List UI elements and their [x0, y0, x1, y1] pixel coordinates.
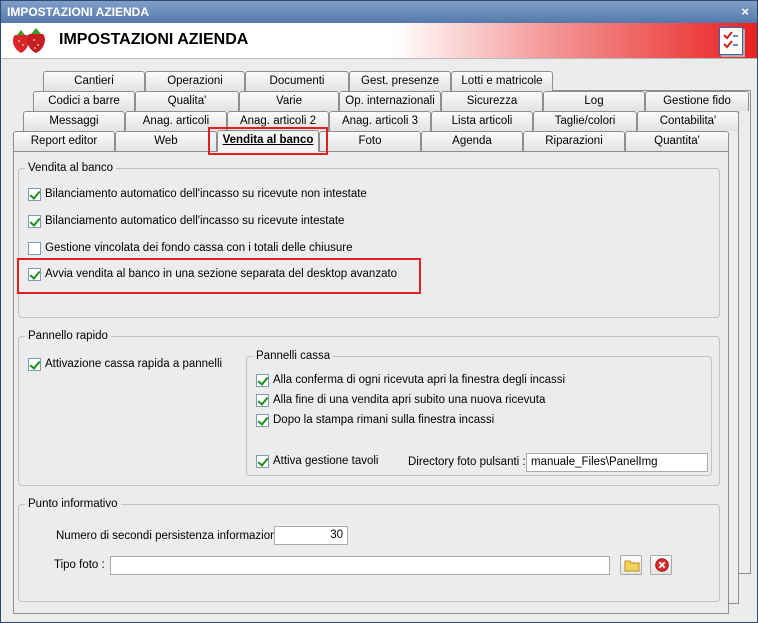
tab-contabilita[interactable]: Contabilita' [637, 111, 739, 131]
tab-log[interactable]: Log [543, 91, 645, 111]
checkbox-bilanciamento-intestate[interactable]: Bilanciamento automatico dell'incasso su… [28, 213, 344, 229]
tab-sicurezza[interactable]: Sicurezza [441, 91, 543, 111]
group-punto-legend: Punto informativo [28, 498, 118, 510]
close-icon[interactable]: × [741, 4, 749, 19]
checkbox-gestione-vincolata[interactable]: Gestione vincolata dei fondo cassa con i… [28, 240, 353, 256]
tab-foto[interactable]: Foto [319, 131, 421, 151]
checklist-icon[interactable] [719, 27, 743, 55]
checkbox-conferma-ricevuta[interactable]: Alla conferma di ogni ricevuta apri la f… [256, 372, 565, 388]
group-pannelli-cassa-legend: Pannelli cassa [256, 350, 331, 362]
tab-operazioni[interactable]: Operazioni [145, 71, 245, 91]
title-bar[interactable]: IMPOSTAZIONI AZIENDA × [1, 1, 757, 23]
checkbox-avvia-vendita-separata[interactable]: Avvia vendita al banco in una sezione se… [28, 266, 397, 282]
checkbox-attivazione-cassa-rapida[interactable]: Attivazione cassa rapida a pannelli [28, 356, 222, 372]
tab-op-internazionali[interactable]: Op. internazionali [339, 91, 441, 111]
tab-cantieri[interactable]: Cantieri [43, 71, 145, 91]
tab-lista-articoli[interactable]: Lista articoli [431, 111, 533, 131]
checkbox-box[interactable] [28, 267, 41, 281]
tab-report-editor[interactable]: Report editor [13, 131, 115, 151]
tab-messaggi[interactable]: Messaggi [23, 111, 125, 131]
tab-web[interactable]: Web [115, 131, 217, 151]
checkbox-label: Avvia vendita al banco in una sezione se… [45, 268, 398, 280]
checkbox-dopo-stampa[interactable]: Dopo la stampa rimani sulla finestra inc… [256, 412, 494, 428]
clear-foto-button[interactable] [650, 555, 672, 575]
checkbox-label: Dopo la stampa rimani sulla finestra inc… [273, 414, 495, 426]
browse-folder-button[interactable] [620, 555, 642, 575]
checkbox-box[interactable] [256, 413, 269, 427]
tab-qualita[interactable]: Qualita' [135, 91, 239, 111]
checkbox-box[interactable] [28, 187, 41, 201]
window-title: IMPOSTAZIONI AZIENDA [7, 5, 149, 19]
directory-foto-label: Directory foto pulsanti : [408, 456, 526, 468]
tab-agenda[interactable]: Agenda [421, 131, 523, 151]
checkbox-box[interactable] [256, 454, 269, 468]
tipo-foto-label: Tipo foto : [54, 559, 105, 571]
secondi-persistenza-input[interactable]: 30 [274, 526, 348, 545]
checkbox-label: Bilanciamento automatico dell'incasso su… [45, 215, 345, 227]
secondi-persistenza-label: Numero di secondi persistenza informazio… [56, 530, 286, 542]
checkbox-label: Gestione vincolata dei fondo cassa con i… [45, 242, 353, 254]
checkbox-label: Attivazione cassa rapida a pannelli [45, 358, 223, 370]
checkbox-label: Alla conferma di ogni ricevuta apri la f… [273, 374, 566, 386]
checkbox-label: Attiva gestione tavoli [273, 455, 379, 467]
tab-quantita[interactable]: Quantita' [625, 131, 729, 151]
directory-foto-input[interactable]: manuale_Files\PanelImg [526, 453, 708, 472]
tab-taglie-colori[interactable]: Taglie/colori [533, 111, 637, 131]
tab-varie[interactable]: Varie [239, 91, 339, 111]
header-banner: IMPOSTAZIONI AZIENDA [1, 23, 757, 59]
checkbox-label: Alla fine di una vendita apri subito una… [273, 394, 546, 406]
tab-gestione-fido[interactable]: Gestione fido [645, 91, 749, 111]
tab-gest-presenze[interactable]: Gest. presenze [349, 71, 451, 91]
tab-vendita-al-banco-label: Vendita al banco [222, 134, 314, 146]
tab-anag-articoli-3[interactable]: Anag. articoli 3 [329, 111, 431, 131]
group-vendita-legend: Vendita al banco [28, 162, 114, 174]
checkbox-box[interactable] [28, 241, 41, 255]
tab-anag-articoli-2[interactable]: Anag. articoli 2 [227, 111, 329, 131]
tab-page-vendita-al-banco: Vendita al banco Bilanciamento automatic… [13, 151, 729, 614]
checkbox-box[interactable] [28, 214, 41, 228]
tab-lotti-e-matricole[interactable]: Lotti e matricole [451, 71, 553, 91]
tab-riparazioni[interactable]: Riparazioni [523, 131, 625, 151]
tipo-foto-input[interactable] [110, 556, 610, 575]
tab-vendita-al-banco[interactable]: Vendita al banco [217, 130, 319, 152]
checkbox-fine-vendita[interactable]: Alla fine di una vendita apri subito una… [256, 392, 545, 408]
strawberry-icon [9, 27, 51, 58]
tab-codici-a-barre[interactable]: Codici a barre [33, 91, 135, 111]
checkbox-gestione-tavoli[interactable]: Attiva gestione tavoli [256, 453, 378, 469]
group-pannello-legend: Pannello rapido [28, 330, 108, 342]
checkbox-box[interactable] [256, 373, 269, 387]
tab-documenti[interactable]: Documenti [245, 71, 349, 91]
checkbox-bilanciamento-non-intestate[interactable]: Bilanciamento automatico dell'incasso su… [28, 186, 367, 202]
tab-anag-articoli[interactable]: Anag. articoli [125, 111, 227, 131]
page-title: IMPOSTAZIONI AZIENDA [59, 31, 249, 48]
group-punto-informativo: Punto informativo [18, 498, 720, 602]
checkbox-box[interactable] [256, 393, 269, 407]
checkbox-label: Bilanciamento automatico dell'incasso su… [45, 188, 367, 200]
settings-window: IMPOSTAZIONI AZIENDA × IMPOSTAZIONI AZIE… [0, 0, 758, 623]
checkbox-box[interactable] [28, 357, 41, 371]
